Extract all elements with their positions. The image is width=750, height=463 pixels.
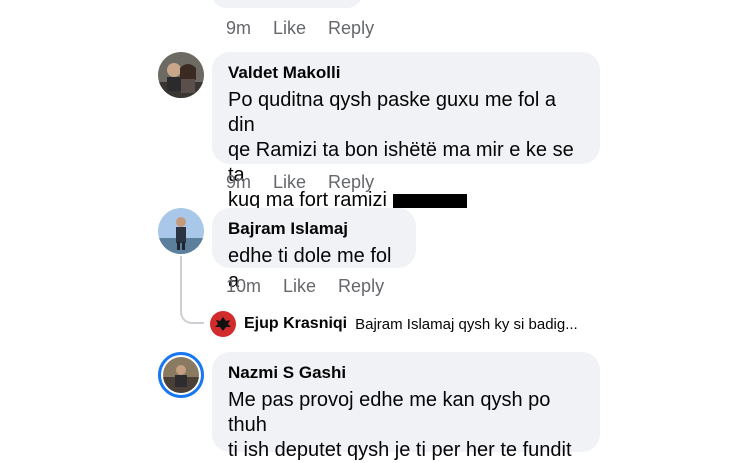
comment-bubble: Bajram Islamaj edhe ti dole me fol a xyxy=(212,208,416,292)
comment-time: 9m xyxy=(226,172,252,192)
comment-time: 9m xyxy=(226,18,252,38)
comment-line: ti ish deputet qysh je ti per her te fun… xyxy=(228,439,572,461)
reply-text: Bajram Islamaj qysh ky si badig... xyxy=(355,315,578,333)
avatar[interactable] xyxy=(158,52,204,98)
comment-actions: 9m Like Reply xyxy=(226,172,374,193)
reply-button[interactable]: Reply xyxy=(328,18,374,39)
comment-time: 10m xyxy=(226,276,262,296)
comment-author[interactable]: Bajram Islamaj xyxy=(228,218,400,240)
comment-line: Me pas provoj edhe me kan qysh po thuh xyxy=(228,389,551,436)
like-button[interactable]: Like xyxy=(273,172,306,193)
redaction-bar xyxy=(392,193,467,208)
reply-author: Ejup Krasniqi xyxy=(244,315,348,332)
avatar xyxy=(210,311,236,337)
reply-button[interactable]: Reply xyxy=(328,172,374,193)
reply-thread-line xyxy=(180,256,204,324)
reply-button[interactable]: Reply xyxy=(338,276,384,297)
comment-line: Po quditna qysh paske guxu me fol a din xyxy=(228,89,556,136)
comment-text: Po quditna qysh paske guxu me fol a din … xyxy=(228,88,584,213)
comment-actions: 9m Like Reply xyxy=(226,18,374,39)
avatar[interactable] xyxy=(158,208,204,254)
comment-author[interactable]: Nazmi S Gashi xyxy=(228,362,584,384)
comment-bubble: Valdet Makolli Po quditna qysh paske gux… xyxy=(212,52,600,211)
comment-bubble-partial xyxy=(212,0,362,8)
comment-actions: 10m Like Reply xyxy=(226,276,384,297)
like-button[interactable]: Like xyxy=(273,18,306,39)
comment-text: Me pas provoj edhe me kan qysh po thuh t… xyxy=(228,388,584,463)
avatar[interactable] xyxy=(158,352,204,398)
comment-author[interactable]: Valdet Makolli xyxy=(228,62,584,84)
like-button[interactable]: Like xyxy=(283,276,316,297)
comment-bubble: Nazmi S Gashi Me pas provoj edhe me kan … xyxy=(212,352,600,461)
reply-preview[interactable]: Ejup Krasniqi Bajram Islamaj qysh ky si … xyxy=(210,310,578,338)
